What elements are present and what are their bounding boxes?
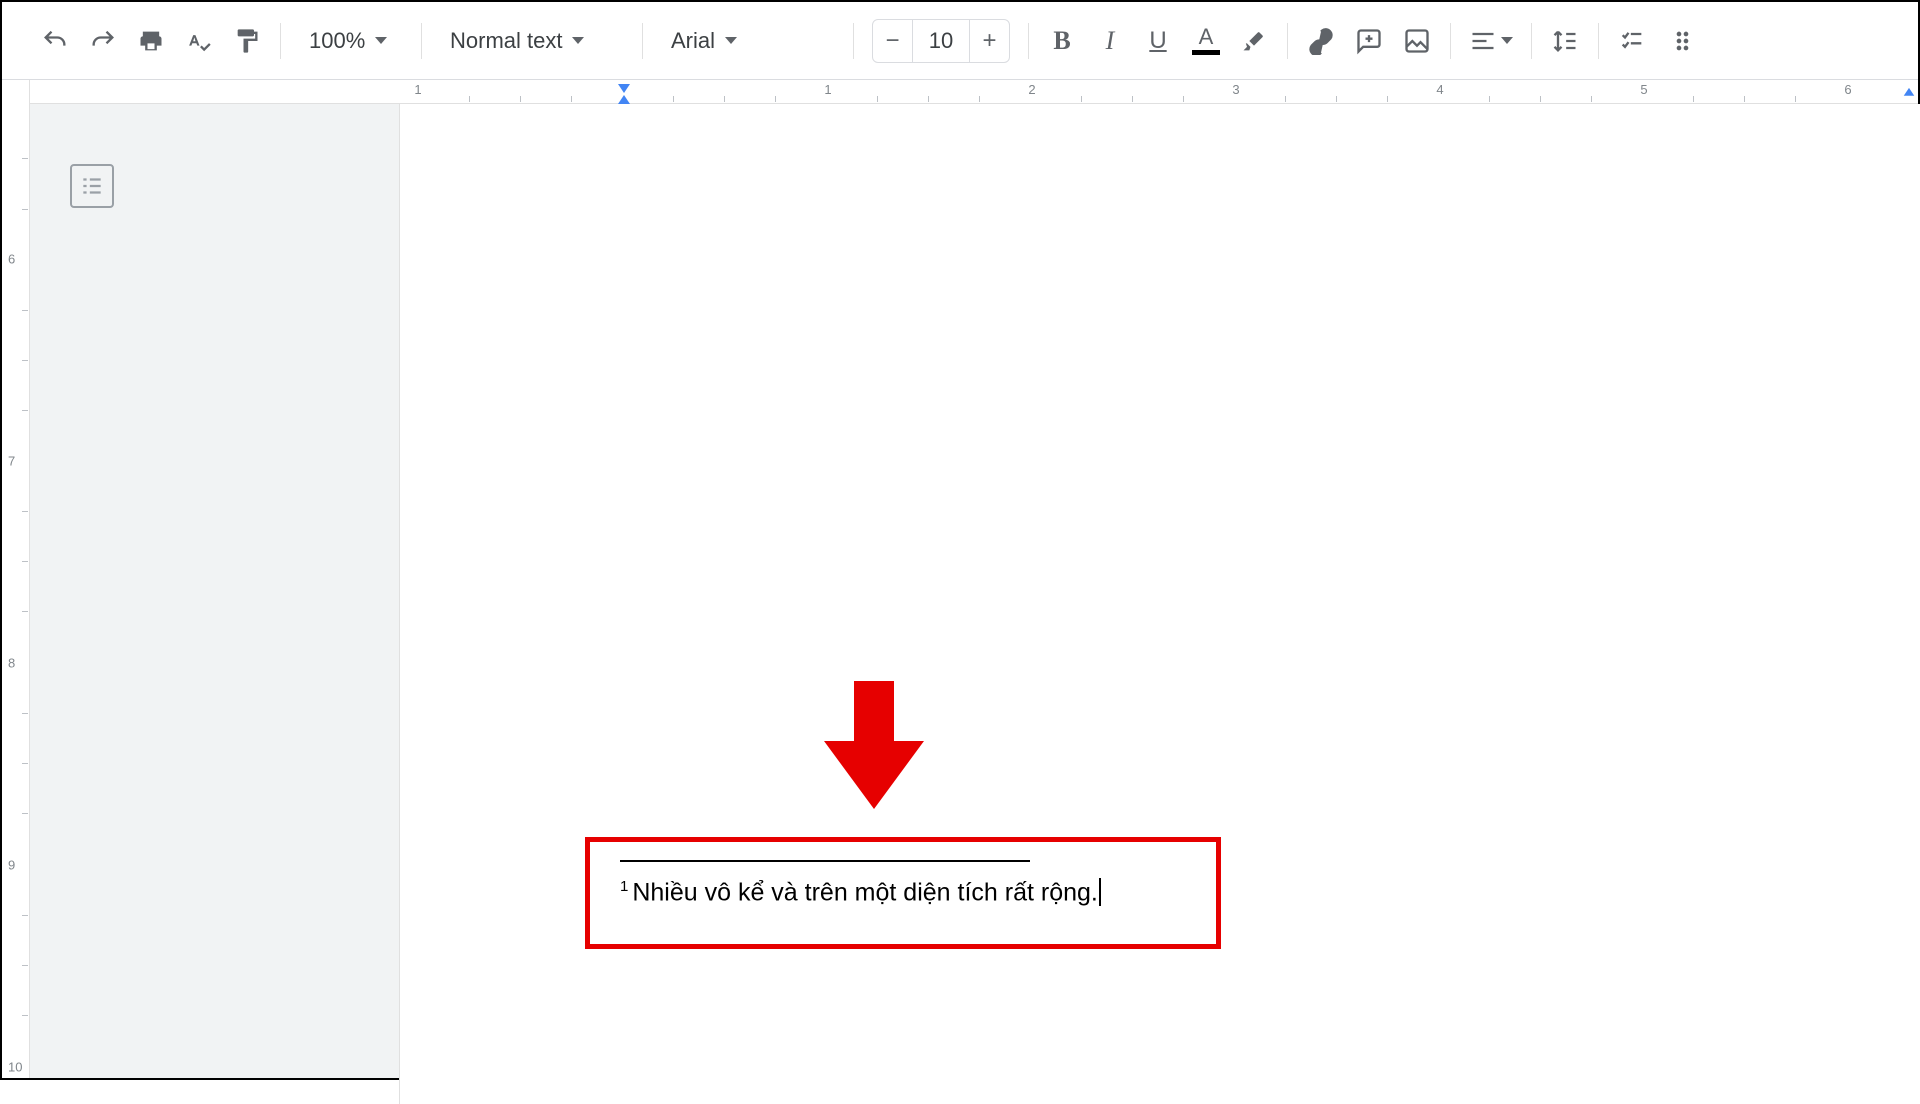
ruler-tick: 10: [8, 1060, 22, 1075]
zoom-value: 100%: [309, 28, 365, 54]
redo-button[interactable]: [80, 18, 126, 64]
separator: [1450, 23, 1451, 59]
text-color-button[interactable]: A: [1183, 18, 1229, 64]
font-family-value: Arial: [671, 28, 715, 54]
underline-button[interactable]: U: [1135, 18, 1181, 64]
line-spacing-button[interactable]: [1542, 18, 1588, 64]
paint-format-button[interactable]: [224, 18, 270, 64]
font-size-increase-button[interactable]: +: [969, 20, 1009, 62]
text-cursor: [1099, 878, 1101, 906]
caret-down-icon: [375, 37, 387, 44]
image-icon: [1403, 27, 1431, 55]
formatting-toolbar: 100% Normal text Arial − + B I U A: [2, 2, 1918, 80]
workspace: 6 7 8 9 10 1Nhiều vô kể và trên một diện…: [2, 104, 1918, 1078]
ruler-tick: 1: [824, 82, 831, 97]
caret-down-icon: [1501, 37, 1513, 44]
separator: [1531, 23, 1532, 59]
document-outline-button[interactable]: [70, 164, 114, 208]
print-icon: [137, 27, 165, 55]
zoom-dropdown[interactable]: 100%: [291, 18, 411, 64]
insert-image-button[interactable]: [1394, 18, 1440, 64]
indent-marker-left[interactable]: [616, 92, 632, 102]
font-size-input[interactable]: [913, 20, 969, 62]
font-size-decrease-button[interactable]: −: [873, 20, 913, 62]
comment-plus-icon: [1355, 27, 1383, 55]
more-vert-icon: [1672, 27, 1700, 55]
separator: [1287, 23, 1288, 59]
horizontal-ruler-row: 1 1 2 3 4 5 6: [2, 80, 1918, 104]
vertical-ruler[interactable]: 6 7 8 9 10: [2, 104, 30, 1078]
ruler-tick: 6: [8, 252, 15, 267]
ruler-corner: [2, 80, 30, 104]
font-size-control: − +: [872, 19, 1010, 63]
line-spacing-icon: [1551, 27, 1579, 55]
print-button[interactable]: [128, 18, 174, 64]
ruler-tick: 8: [8, 656, 15, 671]
spellcheck-button[interactable]: [176, 18, 222, 64]
ruler-tick: 3: [1232, 82, 1239, 97]
caret-down-icon: [725, 37, 737, 44]
insert-link-button[interactable]: [1298, 18, 1344, 64]
caret-down-icon: [572, 37, 584, 44]
checklist-button[interactable]: [1609, 18, 1655, 64]
highlight-button[interactable]: [1231, 18, 1277, 64]
footnote-separator: [620, 860, 1030, 862]
ruler-tick: 5: [1640, 82, 1647, 97]
ruler-tick: 4: [1436, 82, 1443, 97]
undo-button[interactable]: [32, 18, 78, 64]
font-family-dropdown[interactable]: Arial: [653, 18, 843, 64]
align-left-icon: [1469, 27, 1497, 55]
document-page[interactable]: [400, 104, 1920, 1104]
paint-roller-icon: [233, 27, 261, 55]
separator: [1598, 23, 1599, 59]
text-color-icon: A: [1192, 26, 1220, 55]
footnote-text[interactable]: 1Nhiều vô kể và trên một diện tích rất r…: [620, 878, 1101, 907]
ruler-tick: 6: [1844, 82, 1851, 97]
link-icon: [1307, 27, 1335, 55]
ruler-tick: 2: [1028, 82, 1035, 97]
paragraph-style-dropdown[interactable]: Normal text: [432, 18, 632, 64]
checklist-icon: [1618, 27, 1646, 55]
separator: [1028, 23, 1029, 59]
ruler-tick: 7: [8, 454, 15, 469]
horizontal-ruler[interactable]: 1 1 2 3 4 5 6: [30, 80, 1918, 104]
indent-marker-first-line[interactable]: [616, 82, 632, 92]
insert-comment-button[interactable]: [1346, 18, 1392, 64]
separator: [642, 23, 643, 59]
redo-icon: [89, 27, 117, 55]
align-button[interactable]: [1461, 18, 1521, 64]
paragraph-style-value: Normal text: [450, 28, 562, 54]
ruler-tick: 1: [414, 82, 421, 97]
more-button[interactable]: [1663, 18, 1709, 64]
document-canvas: 1Nhiều vô kể và trên một diện tích rất r…: [30, 104, 1918, 1078]
annotation-arrow-icon: [824, 681, 924, 811]
separator: [280, 23, 281, 59]
italic-button[interactable]: I: [1087, 18, 1133, 64]
ruler-tick: 9: [8, 858, 15, 873]
highlighter-icon: [1240, 27, 1268, 55]
spellcheck-icon: [185, 27, 213, 55]
undo-icon: [41, 27, 69, 55]
footnote-number: 1: [620, 878, 628, 895]
bold-button[interactable]: B: [1039, 18, 1085, 64]
outline-icon: [79, 173, 105, 199]
footnote-content: Nhiều vô kể và trên một diện tích rất rộ…: [632, 878, 1098, 906]
indent-marker-right[interactable]: [1902, 84, 1916, 98]
separator: [853, 23, 854, 59]
separator: [421, 23, 422, 59]
